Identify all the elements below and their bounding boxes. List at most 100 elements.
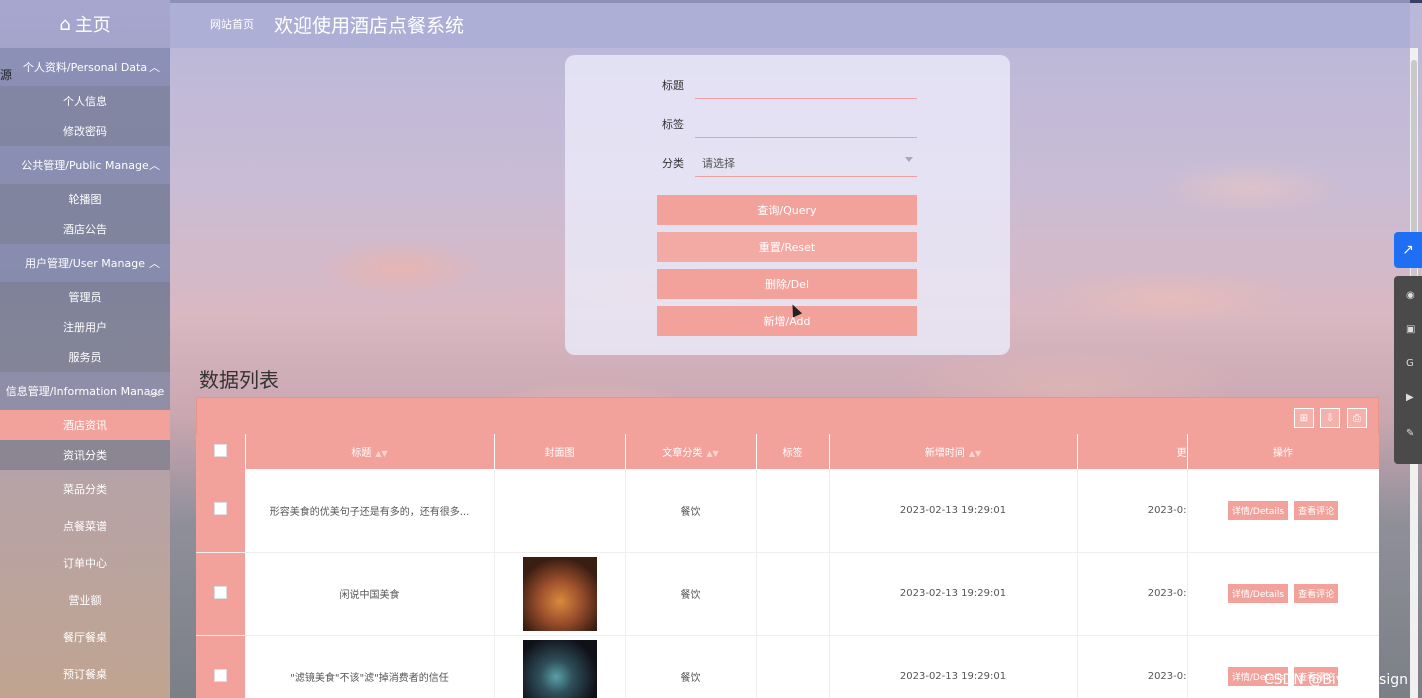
home-label: 主页 bbox=[74, 15, 111, 36]
menu-item-orders[interactable]: 订单中心 bbox=[0, 544, 170, 581]
title-field[interactable]: 标题 bbox=[662, 69, 917, 99]
menu-item-dish-category[interactable]: 菜品分类 bbox=[0, 470, 170, 507]
category-field[interactable]: 分类 请选择 bbox=[662, 147, 917, 177]
category-underline bbox=[695, 176, 917, 177]
details-button[interactable]: 详情/Details bbox=[1227, 500, 1289, 520]
row-cover bbox=[494, 552, 626, 636]
details-button[interactable]: 详情/Details bbox=[1227, 584, 1289, 603]
row-title: "滤镜美食"不该"滤"掉消费者的信任 bbox=[245, 635, 495, 698]
row-select-cell[interactable] bbox=[196, 635, 246, 698]
header: 网站首页 欢迎使用酒店点餐系统 bbox=[170, 0, 1410, 48]
row-actions: 详情/Details 查看评论 bbox=[1187, 552, 1379, 636]
image-icon[interactable]: ▣ bbox=[1406, 324, 1422, 338]
tag-label: 标签 bbox=[662, 118, 684, 131]
row-title: 形容美食的优美句子还是有多的，还有很多... bbox=[245, 469, 495, 553]
row-updated: 2023-0: bbox=[1077, 635, 1188, 698]
print-icon[interactable]: ⎙ bbox=[1347, 408, 1367, 428]
menu-item-profile[interactable]: 个人信息 bbox=[0, 86, 170, 116]
watermark: CSDN @Biye_Design bbox=[1263, 672, 1408, 688]
cover-image bbox=[522, 556, 597, 631]
table-header-row: 标题 ▲▼ 封面图 文章分类 ▲▼ 标签 新增时间 ▲▼ 更 操作 bbox=[196, 434, 1379, 469]
row-checkbox[interactable] bbox=[213, 668, 227, 682]
cover-image bbox=[522, 639, 597, 698]
menu-item-password[interactable]: 修改密码 bbox=[0, 116, 170, 146]
menu-item-admin[interactable]: 管理员 bbox=[0, 282, 170, 312]
sidebar: ⌂ 主页 个人资料/Personal Data ︿ 个人信息 修改密码 公共管理… bbox=[0, 0, 170, 698]
menu-item-hotel-news[interactable]: 酒店资讯 bbox=[0, 410, 170, 440]
category-select[interactable]: 请选择 bbox=[702, 155, 735, 171]
row-select-cell[interactable] bbox=[196, 469, 246, 553]
reset-button[interactable]: 重置/Reset bbox=[657, 232, 917, 262]
table-row: 闲说中国美食 餐饮 2023-02-13 19:29:01 2023-0: 详情… bbox=[196, 552, 1379, 636]
data-table: 标题 ▲▼ 封面图 文章分类 ▲▼ 标签 新增时间 ▲▼ 更 操作 形容美食的优美句子… bbox=[196, 434, 1379, 698]
menu-item-revenue[interactable]: 营业额 bbox=[0, 581, 170, 618]
menu-group-public[interactable]: 公共管理/Public Manage ︿ bbox=[0, 146, 170, 184]
export-icon[interactable]: ⇩ bbox=[1320, 408, 1340, 428]
category-label: 分类 bbox=[662, 157, 684, 170]
row-checkbox[interactable] bbox=[213, 585, 227, 599]
comments-button[interactable]: 查看评论 bbox=[1294, 584, 1339, 603]
row-created: 2023-02-13 19:29:01 bbox=[829, 552, 1078, 636]
menu-group-user[interactable]: 用户管理/User Manage ︿ bbox=[0, 244, 170, 282]
row-tag bbox=[756, 635, 830, 698]
col-category[interactable]: 文章分类 ▲▼ bbox=[625, 434, 757, 469]
menu-item-waiter[interactable]: 服务员 bbox=[0, 342, 170, 372]
comments-button[interactable]: 查看评论 bbox=[1294, 500, 1339, 520]
tag-field[interactable]: 标签 bbox=[662, 108, 917, 138]
menu-item-carousel[interactable]: 轮播图 bbox=[0, 184, 170, 214]
tag-input[interactable] bbox=[695, 137, 917, 138]
col-actions: 操作 bbox=[1187, 434, 1379, 469]
breadcrumb[interactable]: 网站首页 bbox=[210, 16, 254, 32]
menu-item-registered-user[interactable]: 注册用户 bbox=[0, 312, 170, 342]
menu-group-label: 公共管理/Public Manage bbox=[21, 159, 149, 172]
row-actions: 详情/Details 查看评论 bbox=[1187, 469, 1379, 553]
sort-icon[interactable]: ▲▼ bbox=[706, 449, 718, 458]
row-cover bbox=[494, 635, 626, 698]
row-created: 2023-02-13 19:29:01 bbox=[829, 635, 1078, 698]
row-category: 餐饮 bbox=[625, 635, 757, 698]
menu-item-menu[interactable]: 点餐菜谱 bbox=[0, 507, 170, 544]
chevron-up-icon: ︿ bbox=[149, 159, 160, 172]
chevron-up-icon: ︿ bbox=[149, 61, 160, 74]
capture-tools: ◉ ▣ G ▶ ✎ bbox=[1394, 276, 1422, 464]
row-category: 餐饮 bbox=[625, 552, 757, 636]
table-row: "滤镜美食"不该"滤"掉消费者的信任 餐饮 2023-02-13 19:29:0… bbox=[196, 635, 1379, 698]
col-created[interactable]: 新增时间 ▲▼ bbox=[829, 434, 1078, 469]
menu-group-info[interactable]: 信息管理/Information Manage ︿ bbox=[0, 372, 170, 410]
menu-item-news-category[interactable]: 资讯分类 bbox=[0, 440, 170, 470]
menu-group-personal[interactable]: 个人资料/Personal Data ︿ bbox=[0, 48, 170, 86]
row-select-cell[interactable] bbox=[196, 552, 246, 636]
sort-icon[interactable]: ▲▼ bbox=[375, 449, 387, 458]
row-checkbox[interactable] bbox=[213, 502, 227, 516]
caret-down-icon bbox=[905, 157, 913, 162]
add-button[interactable]: 新增/Add bbox=[657, 306, 917, 336]
menu-item-reserve[interactable]: 预订餐桌 bbox=[0, 655, 170, 692]
query-button[interactable]: 查询/Query bbox=[657, 195, 917, 225]
row-title: 闲说中国美食 bbox=[245, 552, 495, 636]
menu-item-tables[interactable]: 餐厅餐桌 bbox=[0, 618, 170, 655]
col-title-label: 标题 bbox=[351, 448, 372, 459]
gif-icon[interactable]: G bbox=[1406, 358, 1422, 372]
title-input[interactable] bbox=[695, 98, 917, 99]
col-cover: 封面图 bbox=[494, 434, 626, 469]
row-category: 餐饮 bbox=[625, 469, 757, 553]
select-all-cell[interactable] bbox=[196, 434, 246, 469]
camera-icon[interactable]: ◉ bbox=[1406, 290, 1422, 304]
sort-icon[interactable]: ▲▼ bbox=[969, 449, 981, 458]
trend-icon[interactable]: ↗ bbox=[1394, 232, 1422, 268]
col-title[interactable]: 标题 ▲▼ bbox=[245, 434, 495, 469]
menu-item-notice[interactable]: 酒店公告 bbox=[0, 214, 170, 244]
row-tag bbox=[756, 552, 830, 636]
home-link[interactable]: ⌂ 主页 bbox=[0, 0, 170, 48]
select-all-checkbox[interactable] bbox=[213, 443, 227, 457]
row-tag bbox=[756, 469, 830, 553]
columns-icon[interactable]: ⊞ bbox=[1294, 408, 1314, 428]
row-cover bbox=[494, 469, 626, 553]
col-updated: 更 bbox=[1077, 434, 1188, 469]
col-created-label: 新增时间 bbox=[924, 448, 965, 459]
delete-button[interactable]: 删除/Del bbox=[657, 269, 917, 299]
table-toolbar: ⊞ ⇩ ⎙ bbox=[196, 397, 1379, 435]
row-updated: 2023-0: bbox=[1077, 469, 1188, 553]
video-icon[interactable]: ▶ bbox=[1406, 392, 1422, 406]
pen-icon[interactable]: ✎ bbox=[1406, 428, 1422, 442]
